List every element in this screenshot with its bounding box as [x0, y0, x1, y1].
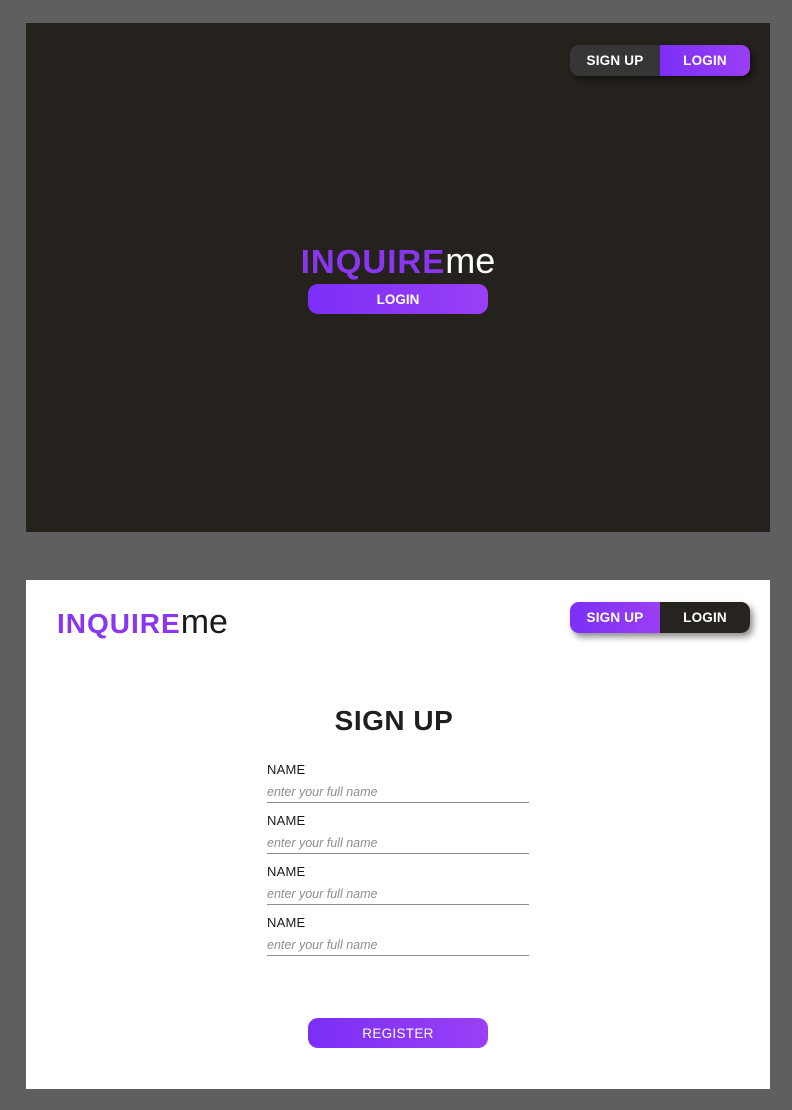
name-input-3[interactable] [267, 883, 529, 905]
name-field-2: NAME [267, 813, 529, 857]
brand-name-light: me [180, 603, 228, 641]
signup-screen: INQUIREme SIGN UP LOGIN SIGN UP NAME NAM… [26, 580, 770, 1089]
toggle-login-button[interactable]: LOGIN [660, 45, 750, 76]
toggle-signup-button[interactable]: SIGN UP [570, 45, 660, 76]
field-label: NAME [267, 813, 306, 828]
brand-logo: INQUIREme [26, 243, 770, 279]
register-button[interactable]: REGISTER [308, 1018, 488, 1048]
header-brand-logo[interactable]: INQUIREme [57, 605, 228, 639]
brand-name-bold: INQUIRE [300, 243, 446, 280]
login-button[interactable]: LOGIN [308, 284, 488, 314]
auth-toggle: SIGN UP LOGIN [570, 45, 750, 76]
name-field-4: NAME [267, 915, 529, 959]
field-label: NAME [267, 915, 306, 930]
name-field-1: NAME [267, 762, 529, 806]
name-input-1[interactable] [267, 781, 529, 803]
login-screen: SIGN UP LOGIN INQUIREme LOGIN [26, 23, 770, 532]
page-title: SIGN UP [334, 705, 454, 736]
field-label: NAME [267, 762, 306, 777]
field-label: NAME [267, 864, 306, 879]
toggle-login-button[interactable]: LOGIN [660, 602, 750, 633]
auth-toggle: SIGN UP LOGIN [570, 602, 750, 633]
toggle-signup-button[interactable]: SIGN UP [570, 602, 660, 633]
name-field-3: NAME [267, 864, 529, 908]
name-input-2[interactable] [267, 832, 529, 854]
brand-name-light: me [445, 240, 496, 281]
name-input-4[interactable] [267, 934, 529, 956]
brand-name-bold: INQUIRE [57, 608, 181, 639]
